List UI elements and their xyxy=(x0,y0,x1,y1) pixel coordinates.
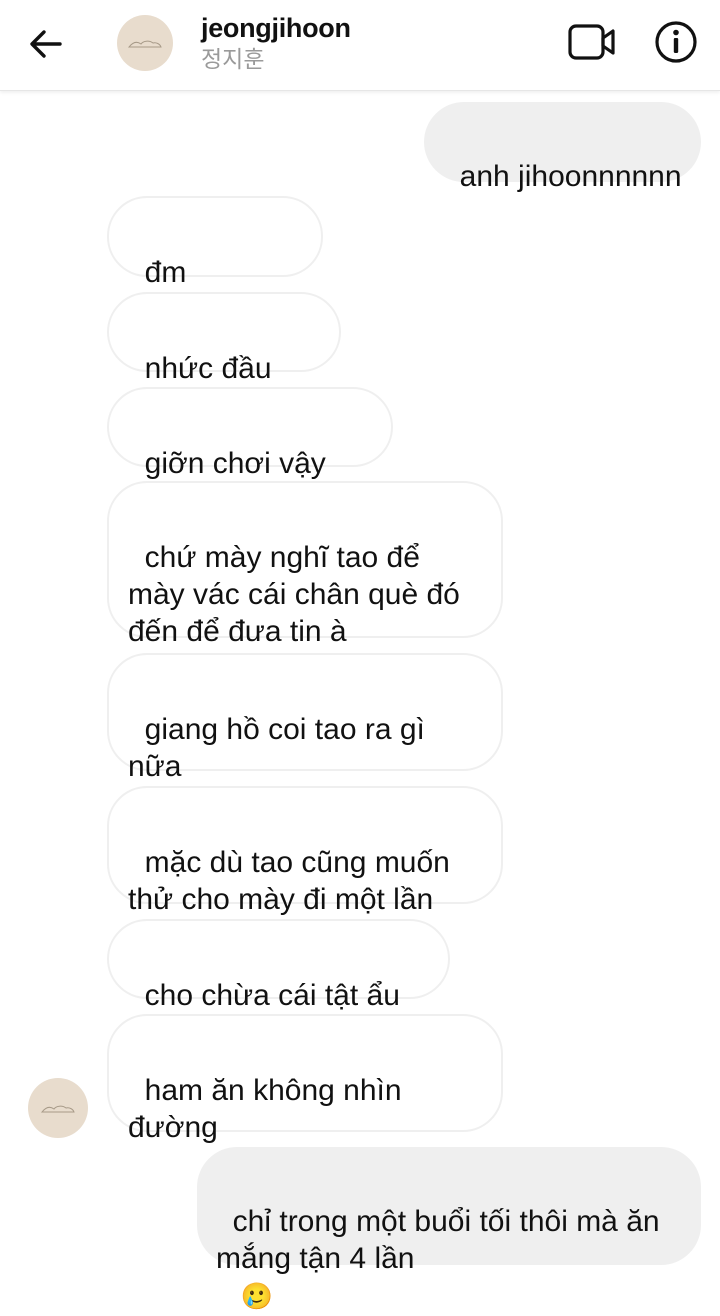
message-bubble-incoming[interactable]: chứ mày nghĩ tao để mày vác cái chân què… xyxy=(107,481,503,648)
message-bubble-incoming[interactable]: cho chừa cái tật ẩu tả xyxy=(107,919,450,1049)
arrow-left-icon xyxy=(30,30,62,58)
back-button[interactable] xyxy=(26,24,66,64)
username: jeongjihoon xyxy=(201,13,351,43)
message-text: anh jihoonnnnnn xyxy=(459,160,682,193)
smiling-face-with-tear-emoji: 🥲 xyxy=(232,1282,274,1312)
message-bubble-incoming[interactable]: ham ăn không nhìn đường xyxy=(107,1014,503,1144)
message-bubble-incoming[interactable]: nhức đầu quá xyxy=(107,292,341,422)
sender-avatar[interactable] xyxy=(28,1078,88,1138)
info-button[interactable] xyxy=(652,18,700,66)
message-text: mặc dù tao cũng muốn thử cho mày đi một … xyxy=(128,846,459,916)
chat-title[interactable]: jeongjihoon 정지훈 xyxy=(201,12,351,76)
display-name: 정지훈 xyxy=(201,47,265,73)
message-bubble-outgoing[interactable]: chỉ trong một buổi tối thôi mà ăn mắng t… xyxy=(197,1147,701,1312)
avatar[interactable] xyxy=(117,15,173,71)
info-icon xyxy=(655,21,697,63)
avatar-doodle xyxy=(40,1105,75,1113)
message-bubble-incoming[interactable]: giỡn chơi vậy thôi xyxy=(107,387,393,517)
message-bubble-incoming[interactable]: giang hồ coi tao ra gì nữa xyxy=(107,653,503,783)
message-text: ham ăn không nhìn đường xyxy=(128,1074,410,1144)
video-camera-icon xyxy=(568,24,615,60)
avatar-doodle xyxy=(127,40,162,48)
message-bubble-outgoing[interactable]: anh jihoonnnnnn xyxy=(424,102,701,193)
message-bubble-incoming[interactable]: đm ngưng!!!! xyxy=(107,196,323,326)
message-text: chứ mày nghĩ tao để mày vác cái chân què… xyxy=(128,541,469,648)
message-text: chỉ trong một buổi tối thôi mà ăn mắng t… xyxy=(216,1205,668,1275)
video-call-button[interactable] xyxy=(566,20,618,64)
message-bubble-incoming[interactable]: mặc dù tao cũng muốn thử cho mày đi một … xyxy=(107,786,503,916)
chat-header: jeongjihoon 정지훈 xyxy=(0,0,720,91)
message-text: giang hồ coi tao ra gì nữa xyxy=(128,713,434,783)
